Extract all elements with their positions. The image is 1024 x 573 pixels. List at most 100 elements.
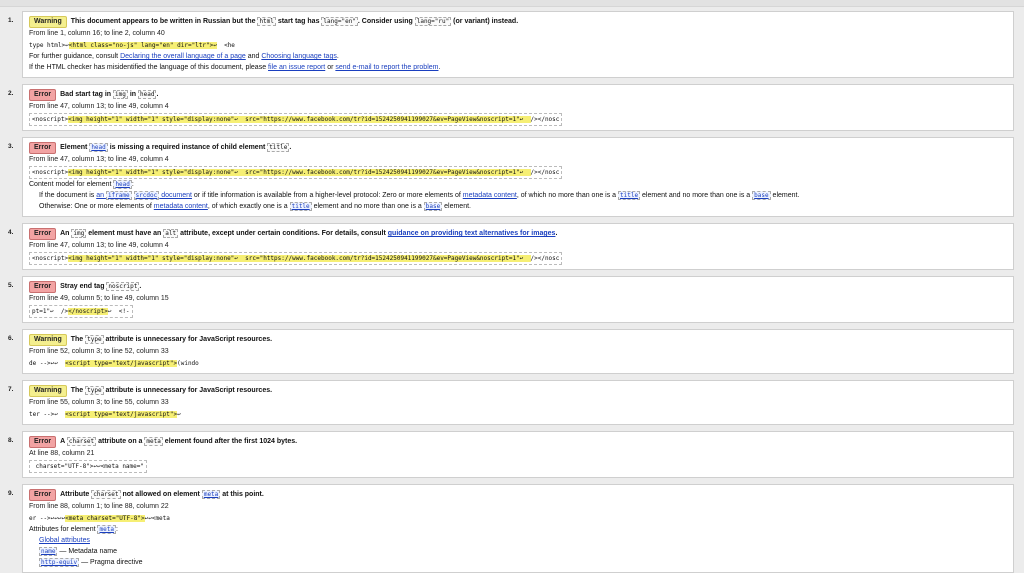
code-link[interactable]: title: [289, 202, 312, 211]
message-location: At line 88, column 21: [29, 450, 95, 457]
text-fragment: A: [60, 438, 67, 445]
code-link[interactable]: http-equiv: [39, 558, 80, 567]
code-token: http-equiv: [39, 558, 80, 567]
message-detail: Content model for element head:: [29, 179, 1007, 190]
message-headline: Warning This document appears to be writt…: [29, 16, 1007, 28]
warning-badge: Warning: [29, 334, 67, 346]
text-fragment: /></nosc: [530, 116, 560, 123]
text-fragment: ter -->↩: [29, 411, 66, 418]
code-link[interactable]: title: [618, 191, 641, 200]
code-link[interactable]: srcdoc: [133, 191, 160, 200]
link[interactable]: file an issue report: [268, 64, 325, 71]
error-badge: Error: [29, 489, 57, 501]
link[interactable]: document: [159, 192, 192, 199]
link[interactable]: Declaring the overall language of a page: [120, 53, 246, 60]
code-link[interactable]: base: [752, 191, 771, 200]
message-detail: Global attributes: [29, 535, 1007, 546]
text-fragment: <noscript>: [32, 116, 69, 123]
text-fragment: .: [555, 230, 558, 237]
error-badge: Error: [29, 281, 57, 293]
text-fragment: de -->↩↩: [29, 360, 66, 367]
text-fragment: or: [325, 64, 336, 71]
code-link[interactable]: meta: [201, 490, 221, 499]
message-item: 4. Error An img element must have an alt a…: [8, 223, 1014, 270]
text-fragment: ↩↩<meta: [144, 515, 170, 522]
highlighted-extract: <meta charset="UTF-8">: [65, 515, 145, 522]
text-fragment: :: [115, 526, 118, 533]
code-token: head: [113, 180, 132, 189]
text-fragment: or if title information is available fro…: [191, 192, 463, 199]
text-fragment: . Consider using: [357, 18, 415, 25]
message-item: 1. Warning This document appears to be wri…: [8, 11, 1014, 78]
message-detail: Otherwise: One or more elements of metad…: [29, 201, 1007, 212]
message-list: 1. Warning This document appears to be wri…: [0, 7, 1024, 573]
code-link[interactable]: base: [423, 202, 443, 211]
text-fragment: .: [289, 144, 292, 151]
message-item: 5. Error Stray end tag noscript. From line …: [8, 276, 1014, 323]
code-token: title: [618, 191, 641, 200]
text-fragment: — Pragma directive: [79, 559, 143, 566]
text-fragment: ↩↩<meta name=": [93, 463, 144, 470]
highlighted-extract: <img height="1" width="1" style="display…: [68, 116, 531, 123]
code-token: head: [138, 90, 157, 99]
message-headline: Error Stray end tag noscript.: [29, 281, 1007, 293]
text-fragment: attribute, except under certain conditio…: [178, 230, 388, 237]
warning-badge: Warning: [29, 16, 67, 28]
text-fragment: <noscript>: [32, 255, 69, 262]
code-extract: <noscript><img height="1" width="1" styl…: [29, 166, 563, 179]
code-extract: pt=1"↩ /></noscript>↩ <!-: [29, 305, 133, 318]
link[interactable]: metadata content: [154, 203, 208, 210]
link[interactable]: send e-mail to report the problem: [335, 64, 438, 71]
message-location: From line 1, column 16; to line 2, colum…: [29, 30, 165, 37]
text-fragment: If the document is: [39, 192, 97, 199]
message-location: From line 47, column 13; to line 49, col…: [29, 103, 169, 110]
message-detail: name — Metadata name: [29, 546, 1007, 557]
code-link[interactable]: name: [39, 547, 58, 556]
top-bar: [0, 0, 1024, 7]
message-number: 5.: [8, 282, 14, 289]
message-detail: If the document is an iframe srcdoc docu…: [29, 190, 1007, 201]
code-token: charset: [66, 437, 97, 446]
highlighted-extract: <img height="1" width="1" style="display…: [68, 169, 531, 176]
code-link[interactable]: head: [113, 180, 132, 189]
link[interactable]: metadata content: [463, 192, 517, 199]
code-token: srcdoc: [133, 191, 160, 200]
text-fragment: :: [131, 181, 134, 188]
code-token: html: [257, 17, 276, 26]
text-fragment: Attribute: [60, 491, 92, 498]
text-fragment: An: [60, 230, 72, 237]
code-token: base: [423, 202, 443, 211]
text-fragment: start tag has: [275, 18, 322, 25]
text-fragment: not allowed on element: [120, 491, 202, 498]
link[interactable]: Global attributes: [39, 537, 90, 544]
link[interactable]: guidance on providing text alternatives …: [388, 230, 556, 237]
message-detail: Attributes for element meta:: [29, 524, 1007, 535]
code-token: title: [289, 202, 312, 211]
text-fragment: element and no more than one is a: [640, 192, 753, 199]
link[interactable]: an: [96, 192, 106, 199]
text-fragment: The: [70, 387, 86, 394]
text-fragment: charset="UTF-8">: [32, 463, 94, 470]
code-link[interactable]: head: [89, 143, 108, 152]
text-fragment: (windo: [177, 360, 199, 367]
text-fragment: .: [438, 64, 441, 71]
text-fragment: element.: [770, 192, 800, 199]
code-token: charset: [91, 490, 121, 499]
code-token: type: [85, 386, 104, 395]
text-fragment: attribute is unnecessary for JavaScript …: [103, 336, 273, 343]
text-fragment: ↩: [177, 411, 181, 418]
link[interactable]: Choosing language tags: [261, 53, 337, 60]
text-fragment: This document appears to be written in R…: [70, 18, 258, 25]
message-number: 2.: [8, 90, 14, 97]
code-extract: er -->↩↩↩↩<meta charset="UTF-8">↩↩<meta: [29, 513, 170, 524]
code-link[interactable]: iframe: [105, 191, 132, 200]
message-item: 8. Error A charset attribute on a meta ele…: [8, 431, 1014, 478]
message-headline: Warning The type attribute is unnecessary…: [29, 385, 1007, 397]
text-fragment: The: [70, 336, 86, 343]
message-detail: http-equiv — Pragma directive: [29, 557, 1007, 568]
code-link[interactable]: meta: [97, 525, 116, 534]
message-headline: Error A charset attribute on a meta eleme…: [29, 436, 1007, 448]
code-extract: <noscript><img height="1" width="1" styl…: [29, 113, 563, 126]
message-location: From line 88, column 1; to line 88, colu…: [29, 503, 169, 510]
warning-badge: Warning: [29, 385, 67, 397]
